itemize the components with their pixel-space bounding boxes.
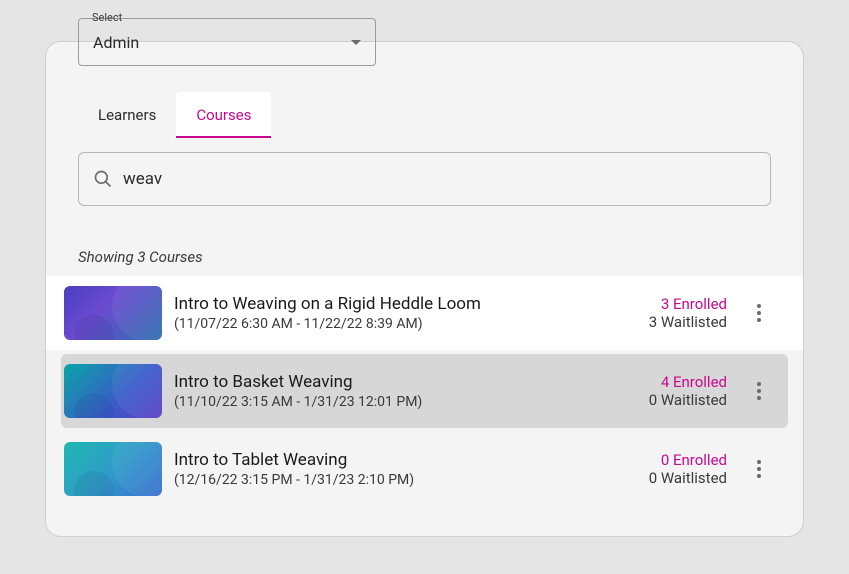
kebab-icon xyxy=(757,389,761,393)
course-stats: 4 Enrolled 0 Waitlisted xyxy=(649,373,727,409)
kebab-icon xyxy=(757,460,761,464)
course-info: Intro to Weaving on a Rigid Heddle Loom … xyxy=(174,294,637,332)
tab-learners[interactable]: Learners xyxy=(78,92,176,138)
course-thumbnail xyxy=(64,286,162,340)
role-select-label: Select xyxy=(88,11,126,24)
tab-courses-label: Courses xyxy=(196,106,251,124)
search-field[interactable] xyxy=(78,152,771,206)
kebab-icon xyxy=(757,318,761,322)
course-thumbnail xyxy=(64,364,162,418)
enrolled-count: 0 Enrolled xyxy=(649,451,727,469)
course-info: Intro to Tablet Weaving (12/16/22 3:15 P… xyxy=(174,450,637,488)
tab-courses[interactable]: Courses xyxy=(176,92,271,138)
kebab-icon xyxy=(757,474,761,478)
course-title: Intro to Weaving on a Rigid Heddle Loom xyxy=(174,294,637,314)
search-input[interactable] xyxy=(123,169,756,189)
waitlisted-count: 0 Waitlisted xyxy=(649,391,727,409)
kebab-icon xyxy=(757,396,761,400)
kebab-icon xyxy=(757,382,761,386)
waitlisted-count: 3 Waitlisted xyxy=(649,313,727,331)
course-row[interactable]: Intro to Tablet Weaving (12/16/22 3:15 P… xyxy=(46,432,803,506)
course-dates: (11/07/22 6:30 AM - 11/22/22 8:39 AM) xyxy=(174,316,637,332)
search-icon xyxy=(93,169,113,189)
course-title: Intro to Basket Weaving xyxy=(174,372,637,392)
course-title: Intro to Tablet Weaving xyxy=(174,450,637,470)
more-menu-button[interactable] xyxy=(747,375,771,407)
result-summary: Showing 3 Courses xyxy=(78,248,771,266)
more-menu-button[interactable] xyxy=(747,453,771,485)
kebab-icon xyxy=(757,304,761,308)
tab-learners-label: Learners xyxy=(98,106,156,124)
kebab-icon xyxy=(757,311,761,315)
waitlisted-count: 0 Waitlisted xyxy=(649,469,727,487)
tab-bar: Learners Courses xyxy=(78,92,771,138)
course-dates: (11/10/22 3:15 AM - 1/31/23 12:01 PM) xyxy=(174,394,637,410)
chevron-down-icon xyxy=(351,40,361,45)
course-stats: 3 Enrolled 3 Waitlisted xyxy=(649,295,727,331)
course-thumbnail xyxy=(64,442,162,496)
course-row[interactable]: Intro to Basket Weaving (11/10/22 3:15 A… xyxy=(61,354,788,428)
course-dates: (12/16/22 3:15 PM - 1/31/23 2:10 PM) xyxy=(174,472,637,488)
enrolled-count: 4 Enrolled xyxy=(649,373,727,391)
enrolled-count: 3 Enrolled xyxy=(649,295,727,313)
kebab-icon xyxy=(757,467,761,471)
admin-panel: Learners Courses Showing 3 Courses Intro… xyxy=(45,41,804,537)
course-list: Intro to Weaving on a Rigid Heddle Loom … xyxy=(46,276,803,506)
course-info: Intro to Basket Weaving (11/10/22 3:15 A… xyxy=(174,372,637,410)
course-row[interactable]: Intro to Weaving on a Rigid Heddle Loom … xyxy=(46,276,803,350)
course-stats: 0 Enrolled 0 Waitlisted xyxy=(649,451,727,487)
role-select[interactable]: Select Admin xyxy=(78,18,376,66)
role-select-value: Admin xyxy=(93,33,139,52)
more-menu-button[interactable] xyxy=(747,297,771,329)
